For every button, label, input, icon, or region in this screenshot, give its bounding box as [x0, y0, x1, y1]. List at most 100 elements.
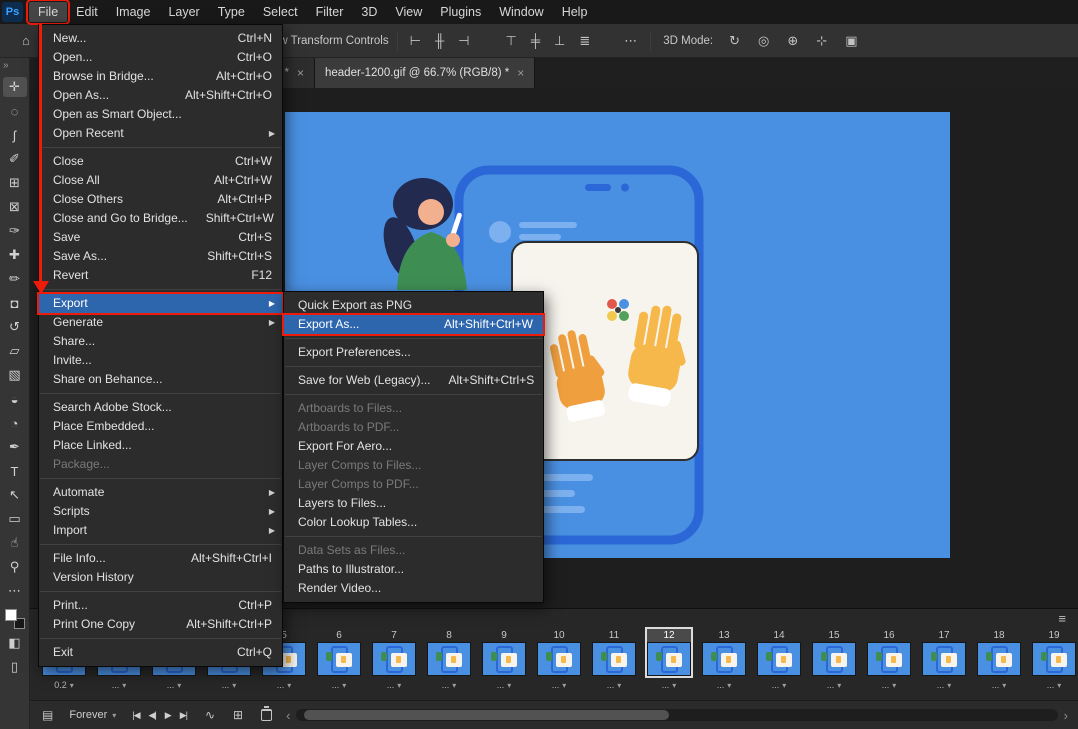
frame-delay-dropdown[interactable]: ...▾ [1032, 677, 1076, 693]
distribute-spacing-icon[interactable]: ≣ [575, 31, 594, 51]
file-menu-item-scripts[interactable]: Scripts▶ [39, 502, 282, 521]
file-menu-item-exit[interactable]: ExitCtrl+Q [39, 643, 282, 662]
export-menu-item-export-preferences[interactable]: Export Preferences... [284, 343, 543, 362]
dodge-tool[interactable]: ◔ [3, 413, 27, 433]
screen-mode-tool[interactable]: ▯ [3, 657, 27, 677]
hand-tool[interactable]: ☝ [3, 533, 27, 553]
3d-roll-icon[interactable]: ◎ [754, 31, 773, 51]
file-menu-item-share[interactable]: Share... [39, 332, 282, 351]
frame-delay-dropdown[interactable]: ...▾ [922, 677, 966, 693]
quick-mask-tool[interactable]: ◧ [3, 633, 27, 653]
frame-delay-dropdown[interactable]: ...▾ [262, 677, 306, 693]
rectangle-tool[interactable]: ▭ [3, 509, 27, 529]
frame-delay-dropdown[interactable]: ...▾ [482, 677, 526, 693]
export-menu-item-paths-to-illustrator[interactable]: Paths to Illustrator... [284, 560, 543, 579]
align-bottom-edges-icon[interactable]: ⊥ [550, 31, 569, 51]
foreground-color-swatch[interactable] [5, 609, 17, 621]
file-menu-item-close-all[interactable]: Close AllAlt+Ctrl+W [39, 171, 282, 190]
file-menu-item-version-history[interactable]: Version History [39, 568, 282, 587]
eyedropper-tool[interactable]: ✑ [3, 221, 27, 241]
frame-delay-dropdown[interactable]: ...▾ [867, 677, 911, 693]
scrollbar-thumb[interactable] [304, 710, 669, 720]
frame-delay-dropdown[interactable]: ...▾ [207, 677, 251, 693]
previous-frame-button[interactable]: ◀| [149, 710, 156, 721]
timeline-frame-15[interactable]: 15...▾ [812, 629, 856, 693]
file-menu-item-open-as[interactable]: Open As...Alt+Shift+Ctrl+O [39, 86, 282, 105]
path-selection-tool[interactable]: ↖ [3, 485, 27, 505]
timeline-frame-8[interactable]: 8...▾ [427, 629, 471, 693]
menubar-item-plugins[interactable]: Plugins [431, 2, 490, 22]
close-tab-icon[interactable]: × [297, 66, 304, 80]
timeline-frame-7[interactable]: 7...▾ [372, 629, 416, 693]
file-menu-item-place-linked[interactable]: Place Linked... [39, 436, 282, 455]
frame-delay-dropdown[interactable]: ...▾ [152, 677, 196, 693]
timeline-frame-13[interactable]: 13...▾ [702, 629, 746, 693]
file-menu-item-save-as[interactable]: Save As...Shift+Ctrl+S [39, 247, 282, 266]
timeline-scrollbar[interactable] [296, 709, 1057, 721]
menubar-item-view[interactable]: View [386, 2, 431, 22]
align-top-edges-icon[interactable]: ⊤ [501, 31, 520, 51]
delete-frame-button[interactable] [261, 709, 272, 721]
export-menu-item-save-for-web-legacy[interactable]: Save for Web (Legacy)...Alt+Shift+Ctrl+S [284, 371, 543, 390]
menubar-item-image[interactable]: Image [107, 2, 160, 22]
close-tab-icon[interactable]: × [517, 66, 524, 80]
more-options-icon[interactable]: ⋯ [620, 31, 642, 51]
frame-delay-dropdown[interactable]: ...▾ [977, 677, 1021, 693]
timeline-frame-16[interactable]: 16...▾ [867, 629, 911, 693]
align-vertical-centers-icon[interactable]: ╪ [527, 31, 544, 50]
timeline-frame-11[interactable]: 11...▾ [592, 629, 636, 693]
timeline-frame-17[interactable]: 17...▾ [922, 629, 966, 693]
file-menu-item-open-as-smart-object[interactable]: Open as Smart Object... [39, 105, 282, 124]
file-menu-item-export[interactable]: Export▶ [39, 294, 282, 313]
file-menu-item-place-embedded[interactable]: Place Embedded... [39, 417, 282, 436]
align-right-edges-icon[interactable]: ⊣ [454, 31, 473, 51]
timeline-frame-12[interactable]: 12...▾ [647, 629, 691, 693]
lasso-tool[interactable]: ʃ [3, 125, 27, 145]
file-menu-item-new[interactable]: New...Ctrl+N [39, 29, 282, 48]
file-menu-item-invite[interactable]: Invite... [39, 351, 282, 370]
edit-toolbar-icon[interactable]: ⋯ [3, 581, 27, 601]
expand-panels-icon[interactable]: » [0, 58, 9, 73]
duplicate-frame-button[interactable]: ⊞ [229, 708, 247, 722]
scroll-left-icon[interactable]: ‹ [282, 708, 294, 723]
frame-tool[interactable]: ⊠ [3, 197, 27, 217]
scroll-right-icon[interactable]: › [1060, 708, 1072, 723]
object-selection-tool[interactable]: ✐ [3, 149, 27, 169]
menubar-item-help[interactable]: Help [553, 2, 597, 22]
brush-tool[interactable]: ✏ [3, 269, 27, 289]
menubar-item-file[interactable]: File [29, 2, 67, 22]
zoom-tool[interactable]: ⚲ [3, 557, 27, 577]
file-menu-item-search-adobe-stock[interactable]: Search Adobe Stock... [39, 398, 282, 417]
history-brush-tool[interactable]: ↺ [3, 317, 27, 337]
file-menu-item-open[interactable]: Open...Ctrl+O [39, 48, 282, 67]
frame-delay-dropdown[interactable]: ...▾ [427, 677, 471, 693]
frame-delay-dropdown[interactable]: ...▾ [592, 677, 636, 693]
file-menu-item-share-on-behance[interactable]: Share on Behance... [39, 370, 282, 389]
file-menu-item-open-recent[interactable]: Open Recent▶ [39, 124, 282, 143]
healing-brush-tool[interactable]: ✚ [3, 245, 27, 265]
file-menu-item-browse-in-bridge[interactable]: Browse in Bridge...Alt+Ctrl+O [39, 67, 282, 86]
export-menu-item-export-for-aero[interactable]: Export For Aero... [284, 437, 543, 456]
file-menu-item-close-others[interactable]: Close OthersAlt+Ctrl+P [39, 190, 282, 209]
home-icon[interactable]: ⌂ [18, 31, 34, 50]
menubar-item-type[interactable]: Type [209, 2, 254, 22]
export-menu-item-render-video[interactable]: Render Video... [284, 579, 543, 598]
3d-slide-icon[interactable]: ⊹ [812, 31, 831, 51]
gradient-tool[interactable]: ▧ [3, 365, 27, 385]
tween-button[interactable]: ∿ [201, 708, 219, 722]
timeline-frame-6[interactable]: 6...▾ [317, 629, 361, 693]
export-menu-item-export-as[interactable]: Export As...Alt+Shift+Ctrl+W [284, 315, 543, 334]
timeline-frame-9[interactable]: 9...▾ [482, 629, 526, 693]
file-menu-item-import[interactable]: Import▶ [39, 521, 282, 540]
timeline-frame-10[interactable]: 10...▾ [537, 629, 581, 693]
frame-delay-dropdown[interactable]: 0.2▾ [42, 677, 86, 693]
clone-stamp-tool[interactable]: ◘ [3, 293, 27, 313]
play-button[interactable]: ▶ [165, 710, 171, 721]
file-menu-item-generate[interactable]: Generate▶ [39, 313, 282, 332]
file-menu-item-automate[interactable]: Automate▶ [39, 483, 282, 502]
frame-delay-dropdown[interactable]: ...▾ [702, 677, 746, 693]
frame-delay-dropdown[interactable]: ...▾ [812, 677, 856, 693]
menubar-item-window[interactable]: Window [490, 2, 552, 22]
frame-delay-dropdown[interactable]: ...▾ [97, 677, 141, 693]
export-menu-item-layers-to-files[interactable]: Layers to Files... [284, 494, 543, 513]
